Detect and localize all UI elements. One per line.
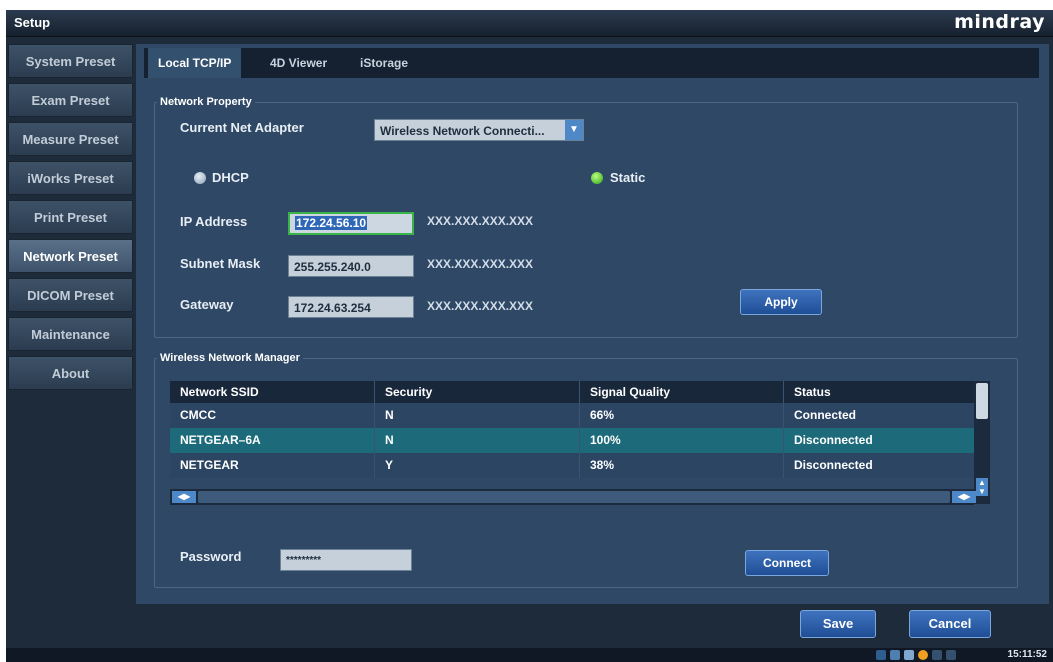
cell-signal-quality: 38% bbox=[580, 453, 784, 478]
window-title: Setup bbox=[14, 15, 51, 30]
clock: 15:11:52 bbox=[1007, 649, 1047, 660]
table-row[interactable]: CMCC N 66% Connected bbox=[170, 403, 974, 428]
ip-address-field[interactable]: 172.24.56.10 bbox=[288, 212, 414, 235]
table-vertical-scrollbar[interactable]: ▲ ▼ bbox=[974, 381, 990, 504]
cell-status: Disconnected bbox=[794, 433, 873, 447]
cell-status: Connected bbox=[794, 408, 857, 422]
cell-security: N bbox=[375, 428, 580, 453]
sidebar-item-system-preset[interactable]: System Preset bbox=[8, 44, 133, 78]
brand-logo: mindray bbox=[954, 11, 1045, 33]
column-header-status[interactable]: Status bbox=[784, 381, 974, 403]
save-button[interactable]: Save bbox=[800, 610, 876, 638]
ip-address-value: 172.24.56.10 bbox=[295, 216, 368, 230]
cell-ssid: NETGEAR–6A bbox=[170, 428, 375, 453]
usb-icon bbox=[946, 650, 956, 660]
cell-signal-quality: 100% bbox=[580, 428, 784, 453]
adapter-label: Current Net Adapter bbox=[180, 120, 304, 135]
cell-status: Disconnected bbox=[794, 458, 873, 472]
gateway-format-hint: XXX.XXX.XXX.XXX bbox=[427, 299, 534, 313]
printer-icon bbox=[932, 650, 942, 660]
apply-button[interactable]: Apply bbox=[740, 289, 822, 315]
connect-button[interactable]: Connect bbox=[745, 550, 829, 576]
network-icon bbox=[876, 650, 886, 660]
device-icon bbox=[890, 650, 900, 660]
net-adapter-value: Wireless Network Connecti... bbox=[380, 124, 545, 138]
dhcp-label: DHCP bbox=[212, 170, 249, 185]
ip-format-hint: XXX.XXX.XXX.XXX bbox=[427, 214, 534, 228]
tab-4d-viewer[interactable]: 4D Viewer bbox=[260, 48, 337, 78]
subnet-format-hint: XXX.XXX.XXX.XXX bbox=[427, 257, 534, 271]
column-header-ssid[interactable]: Network SSID bbox=[170, 381, 375, 403]
sidebar-item-maintenance[interactable]: Maintenance bbox=[8, 317, 133, 351]
static-radio[interactable] bbox=[591, 172, 603, 184]
table-row-selected[interactable]: NETGEAR–6A N 100% Disconnected bbox=[170, 428, 974, 453]
password-label: Password bbox=[180, 549, 242, 564]
subnet-mask-label: Subnet Mask bbox=[180, 256, 261, 271]
network-preset-panel: Local TCP/IP 4D Viewer iStorage Network … bbox=[136, 44, 1049, 604]
table-header: Network SSID Security Signal Quality Sta… bbox=[170, 381, 974, 403]
table-horizontal-scrollbar[interactable]: ◀▶ ◀▶ bbox=[170, 489, 976, 505]
scroll-up-down-icon[interactable]: ▲ ▼ bbox=[976, 478, 988, 496]
ip-address-label: IP Address bbox=[180, 214, 248, 229]
chevron-down-icon: ▼ bbox=[565, 120, 583, 140]
scroll-left-right-icon[interactable]: ◀▶ bbox=[952, 491, 976, 503]
network-property-legend: Network Property bbox=[160, 96, 252, 108]
tab-local-tcpip[interactable]: Local TCP/IP bbox=[148, 48, 242, 78]
sidebar-item-measure-preset[interactable]: Measure Preset bbox=[8, 122, 133, 156]
gateway-field[interactable]: 172.24.63.254 bbox=[288, 296, 414, 318]
dhcp-radio[interactable] bbox=[194, 172, 206, 184]
wireless-manager-legend: Wireless Network Manager bbox=[160, 352, 300, 364]
tab-bar: Local TCP/IP 4D Viewer iStorage bbox=[144, 48, 1039, 78]
cell-ssid: CMCC bbox=[170, 403, 375, 428]
cell-security: Y bbox=[375, 453, 580, 478]
title-bar: Setup mindray bbox=[6, 10, 1053, 37]
cell-security: N bbox=[375, 403, 580, 428]
sidebar-item-dicom-preset[interactable]: DICOM Preset bbox=[8, 278, 133, 312]
cancel-button[interactable]: Cancel bbox=[909, 610, 991, 638]
scroll-left-right-icon[interactable]: ◀▶ bbox=[172, 491, 196, 503]
warning-icon[interactable] bbox=[918, 650, 928, 660]
vertical-scroll-thumb[interactable] bbox=[976, 383, 988, 419]
sidebar-item-iworks-preset[interactable]: iWorks Preset bbox=[8, 161, 133, 195]
gateway-label: Gateway bbox=[180, 297, 234, 312]
sidebar-item-print-preset[interactable]: Print Preset bbox=[8, 200, 133, 234]
sidebar-item-network-preset[interactable]: Network Preset bbox=[8, 239, 133, 273]
sidebar-item-about[interactable]: About bbox=[8, 356, 133, 390]
horizontal-scroll-thumb[interactable] bbox=[198, 491, 950, 503]
cell-ssid: NETGEAR bbox=[170, 453, 375, 478]
column-header-signal-quality[interactable]: Signal Quality bbox=[580, 381, 784, 403]
tab-istorage[interactable]: iStorage bbox=[350, 48, 418, 78]
static-label: Static bbox=[610, 170, 646, 185]
table-row[interactable]: NETGEAR Y 38% Disconnected bbox=[170, 453, 974, 478]
storage-icon bbox=[904, 650, 914, 660]
setup-screen: Setup mindray System Preset Exam Preset … bbox=[6, 10, 1053, 662]
column-header-security[interactable]: Security bbox=[375, 381, 580, 403]
net-adapter-dropdown[interactable]: Wireless Network Connecti... ▼ bbox=[374, 119, 584, 141]
cell-signal-quality: 66% bbox=[580, 403, 784, 428]
subnet-mask-field[interactable]: 255.255.240.0 bbox=[288, 255, 414, 277]
status-bar: 15:11:52 bbox=[6, 648, 1053, 662]
sidebar-item-exam-preset[interactable]: Exam Preset bbox=[8, 83, 133, 117]
password-field[interactable]: ********* bbox=[280, 549, 412, 571]
